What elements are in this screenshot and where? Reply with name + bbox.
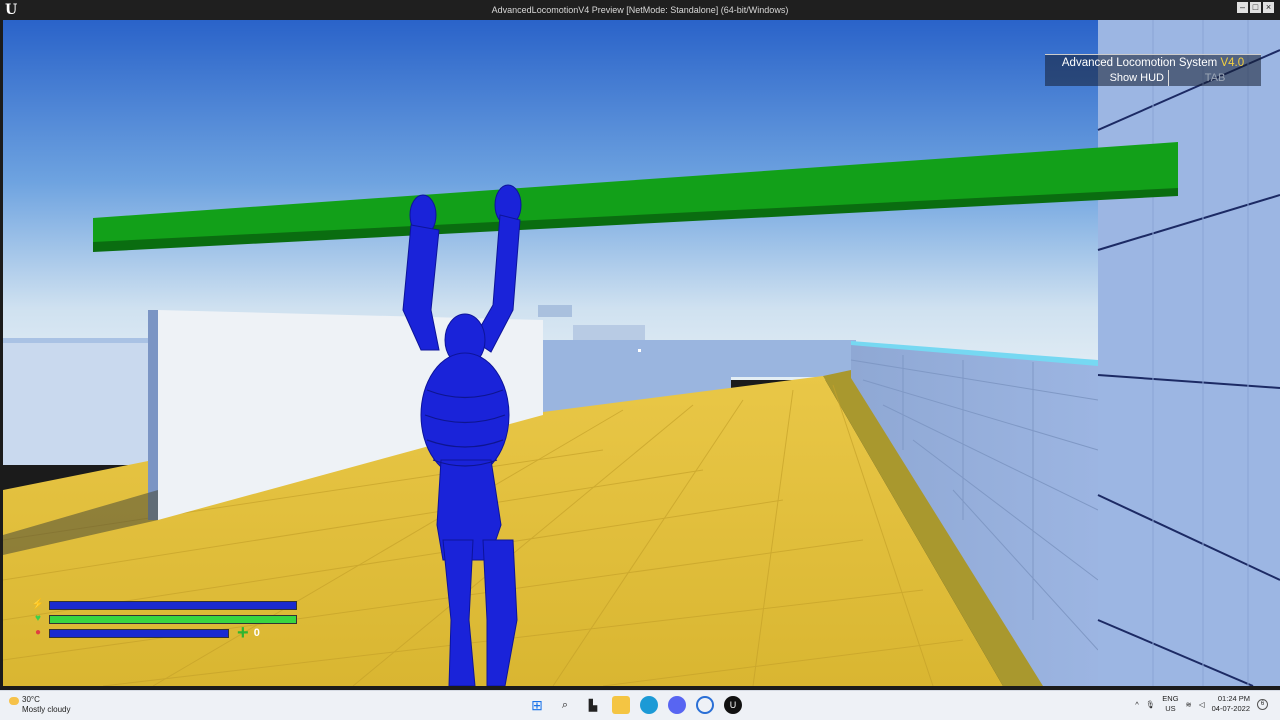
file-explorer-icon[interactable]	[612, 696, 630, 714]
hud-title: Advanced Locomotion System	[1061, 57, 1218, 69]
close-icon[interactable]: ×	[1263, 2, 1274, 13]
ammo-count: 0	[253, 627, 260, 639]
time: 01:24 PM	[1217, 694, 1250, 703]
unreal-engine-icon[interactable]: U	[724, 696, 742, 714]
hud-panel: Advanced Locomotion System V4.0 Show HUD…	[1045, 54, 1261, 86]
window-title: AdvancedLocomotionV4 Preview [NetMode: S…	[491, 5, 789, 15]
task-view-icon[interactable]: ▙	[584, 696, 602, 714]
back-wall-left-top	[3, 338, 153, 343]
window-controls: – □ ×	[1237, 2, 1274, 13]
edge-icon[interactable]	[640, 696, 658, 714]
weather-condition: Mostly cloudy	[22, 705, 71, 714]
hud-title-row: Advanced Locomotion System V4.0	[1045, 54, 1261, 70]
title-bar[interactable]: U AdvancedLocomotionV4 Preview [NetMode:…	[0, 0, 1280, 20]
windows-taskbar: 30°C Mostly cloudy ⊞ ⌕ ▙ U ^ 🎙 ENG US ≋ …	[0, 690, 1280, 720]
clock[interactable]: 01:24 PM 04-07-2022	[1212, 694, 1250, 714]
health-row: ♥	[31, 612, 297, 626]
back-wall-far	[731, 340, 856, 377]
temperature: 30°C	[22, 695, 40, 704]
weather-cloud-sun-icon[interactable]	[9, 697, 19, 705]
show-hud-label[interactable]: Show HUD	[1045, 70, 1169, 86]
date: 04-07-2022	[1211, 704, 1250, 713]
weather-widget[interactable]: 30°C Mostly cloudy	[22, 695, 70, 715]
tab-key-hint: TAB	[1204, 72, 1226, 84]
chevron-up-icon[interactable]: ^	[1135, 700, 1139, 709]
hud-version: V4.0	[1220, 57, 1245, 69]
game-window: U AdvancedLocomotionV4 Preview [NetMode:…	[0, 0, 1280, 690]
lightning-icon: ⚡	[31, 599, 45, 610]
language-indicator[interactable]: ENG US	[1162, 694, 1178, 714]
discord-icon[interactable]	[668, 696, 686, 714]
notification-badge[interactable]: 6	[1257, 698, 1268, 710]
ammo-bar	[49, 628, 229, 638]
browser-icon[interactable]	[696, 696, 714, 714]
near-wall	[1098, 20, 1280, 686]
white-wall	[148, 310, 158, 520]
health-bar	[49, 614, 297, 624]
hud-toggle-row[interactable]: Show HUD TAB	[1045, 70, 1261, 86]
game-viewport[interactable]: Advanced Locomotion System V4.0 Show HUD…	[3, 20, 1280, 686]
windows-start-icon[interactable]: ⊞	[528, 696, 546, 714]
grenade-icon: ●	[34, 627, 42, 638]
crosshair	[638, 349, 641, 352]
game-scene	[3, 20, 1280, 686]
system-tray: ^ 🎙 ENG US ≋ ◁ 01:24 PM 04-07-2022 6	[1135, 694, 1268, 714]
far-sign-2	[538, 305, 572, 317]
lang-code: ENG	[1162, 694, 1179, 703]
minimize-icon[interactable]: –	[1237, 2, 1248, 13]
unreal-logo-icon: U	[5, 2, 18, 18]
energy-bar	[49, 600, 297, 610]
taskbar-apps: ⊞ ⌕ ▙ U	[528, 696, 742, 714]
energy-row: ⚡	[31, 598, 297, 612]
microphone-icon[interactable]: 🎙	[1146, 700, 1156, 709]
search-icon[interactable]: ⌕	[556, 696, 574, 714]
volume-icon[interactable]: ◁	[1199, 700, 1205, 709]
wifi-icon[interactable]: ≋	[1186, 700, 1192, 709]
heart-icon: ♥	[35, 613, 41, 624]
far-sign	[573, 325, 645, 340]
maximize-icon[interactable]: □	[1250, 2, 1261, 13]
region-code: US	[1165, 704, 1176, 713]
ammo-row: ● + 0	[31, 622, 297, 644]
back-wall-left	[3, 340, 153, 465]
plus-icon: +	[237, 622, 249, 644]
player-stats: ⚡ ♥ ● + 0	[31, 598, 297, 644]
